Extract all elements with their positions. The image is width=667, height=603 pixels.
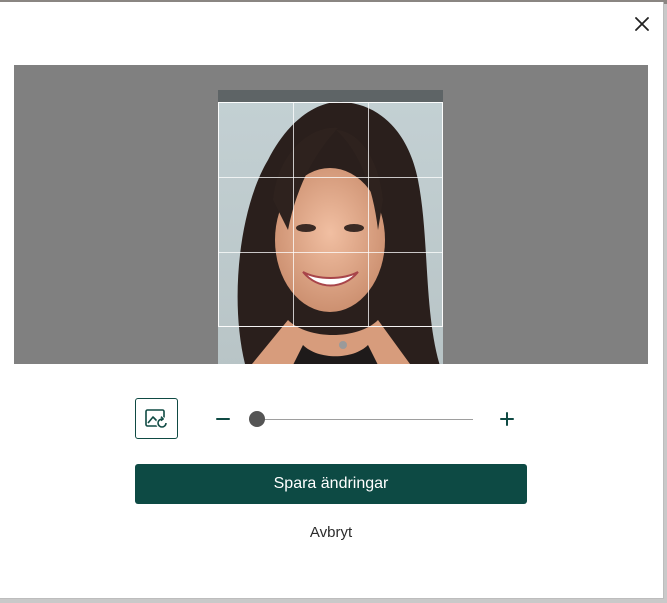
crop-grid-line — [219, 177, 442, 178]
zoom-slider-track — [249, 419, 473, 420]
save-changes-button[interactable]: Spara ändringar — [135, 464, 527, 504]
rotate-image-button[interactable] — [135, 398, 178, 439]
crop-grid-line — [293, 103, 294, 326]
zoom-slider-thumb[interactable] — [249, 411, 265, 427]
cancel-button[interactable]: Avbryt — [231, 522, 431, 544]
zoom-slider[interactable] — [249, 409, 473, 429]
crop-frame[interactable] — [218, 102, 443, 327]
close-icon — [635, 17, 649, 31]
zoom-in-button[interactable] — [495, 407, 519, 431]
image-controls — [135, 398, 527, 440]
edit-photo-dialog: Spara ändringar Avbryt — [0, 2, 664, 599]
image-rotate-icon — [144, 408, 168, 429]
crop-grid-line — [368, 103, 369, 326]
plus-icon — [500, 412, 514, 426]
minus-icon — [216, 418, 230, 420]
close-button[interactable] — [630, 12, 654, 36]
crop-area[interactable] — [14, 65, 648, 364]
zoom-out-button[interactable] — [211, 407, 235, 431]
crop-grid-line — [219, 252, 442, 253]
